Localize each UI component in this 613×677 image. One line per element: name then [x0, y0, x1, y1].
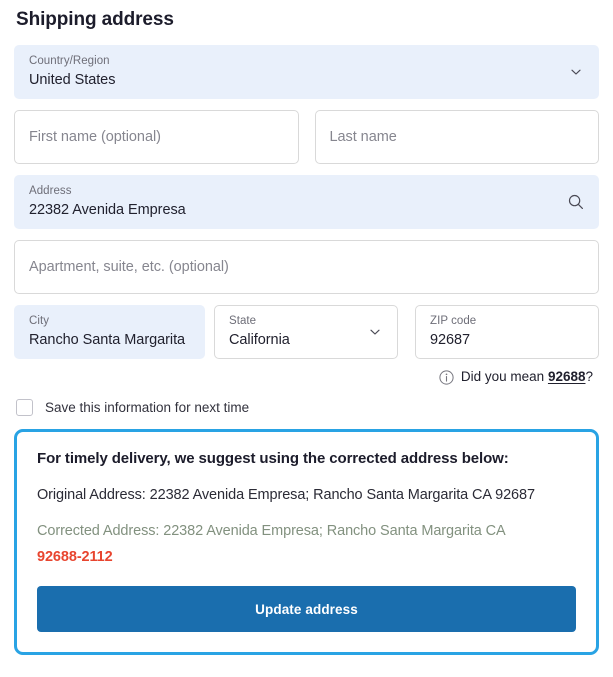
hint-prefix: Did you mean: [460, 369, 548, 384]
save-info-row[interactable]: Save this information for next time: [16, 398, 599, 417]
state-value: California: [229, 332, 290, 348]
city-input[interactable]: City Rancho Santa Margarita: [14, 305, 205, 359]
city-value: Rancho Santa Margarita: [29, 332, 186, 348]
address-suggestion-panel: For timely delivery, we suggest using th…: [14, 429, 599, 655]
chevron-down-icon[interactable]: [566, 62, 586, 82]
zip-suggestion-text: Did you mean 92688?: [461, 368, 593, 386]
info-circle-icon: [439, 369, 454, 385]
state-label: State: [229, 315, 257, 327]
corrected-address-line: Corrected Address: 22382 Avenida Empresa…: [37, 521, 576, 568]
zip-code-input[interactable]: ZIP code 92687: [415, 305, 599, 359]
city-state-zip-row: City Rancho Santa Margarita State Califo…: [14, 305, 599, 359]
save-info-label: Save this information for next time: [45, 400, 250, 415]
original-address-line: Original Address: 22382 Avenida Empresa;…: [37, 487, 535, 503]
country-region-label: Country/Region: [29, 55, 110, 67]
chevron-down-icon[interactable]: [365, 322, 385, 342]
last-name-placeholder: Last name: [329, 129, 397, 145]
address-value: 22382 Avenida Empresa: [29, 202, 186, 218]
country-region-value: United States: [29, 72, 116, 88]
search-icon[interactable]: [566, 192, 586, 212]
page-title: Shipping address: [16, 9, 174, 30]
last-name-input[interactable]: Last name: [314, 110, 599, 164]
first-name-placeholder: First name (optional): [29, 129, 161, 145]
address-input[interactable]: Address 22382 Avenida Empresa: [14, 175, 599, 229]
suggestion-heading: For timely delivery, we suggest using th…: [37, 450, 509, 467]
apartment-placeholder: Apartment, suite, etc. (optional): [29, 259, 229, 275]
save-info-checkbox[interactable]: [16, 399, 33, 416]
shipping-address-form: Shipping address Country/Region United S…: [0, 7, 613, 677]
corrected-zip-text: 92688-2112: [37, 549, 113, 565]
hint-suffix: ?: [585, 369, 593, 384]
zip-code-value: 92687: [430, 332, 471, 348]
city-label: City: [29, 315, 50, 327]
state-select[interactable]: State California: [214, 305, 398, 359]
address-label: Address: [29, 185, 72, 197]
zip-suggestion-hint: Did you mean 92688?: [14, 368, 599, 386]
country-region-select[interactable]: Country/Region United States: [14, 45, 599, 99]
first-name-input[interactable]: First name (optional): [14, 110, 299, 164]
suggested-zip-link[interactable]: 92688: [548, 369, 586, 384]
zip-code-label: ZIP code: [430, 315, 477, 327]
name-row: First name (optional) Last name: [14, 110, 599, 164]
update-address-button[interactable]: Update address: [37, 586, 576, 632]
apartment-input[interactable]: Apartment, suite, etc. (optional): [14, 240, 599, 294]
corrected-address-text: Corrected Address: 22382 Avenida Empresa…: [37, 523, 506, 539]
